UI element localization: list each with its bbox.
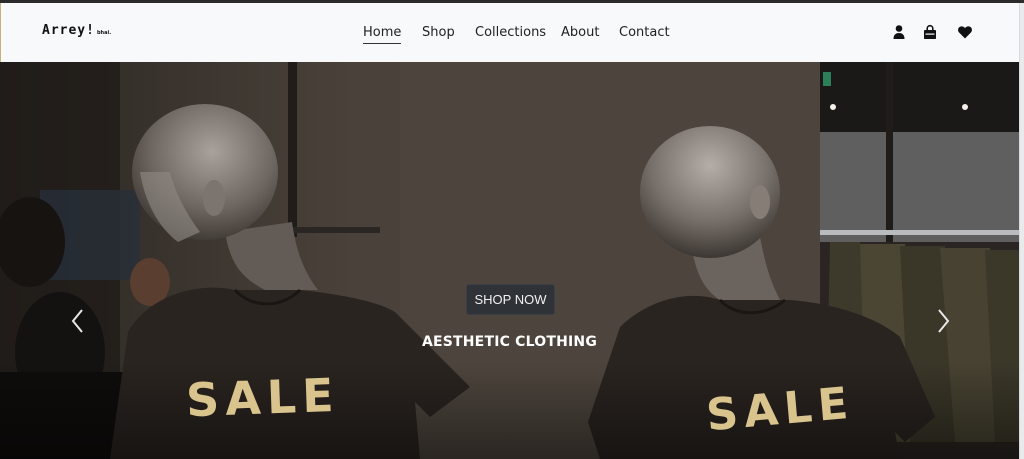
shopping-bag-icon[interactable]	[922, 24, 938, 40]
hero-carousel: SALE SALE SHOP NOW AESTHETIC CLOTHING	[0, 62, 1019, 459]
navbar: Arrey! bhai. Home Shop Collections About…	[0, 3, 1019, 62]
chevron-left-icon[interactable]	[66, 304, 90, 338]
chevron-right-icon[interactable]	[931, 304, 955, 338]
heart-icon[interactable]	[957, 24, 973, 40]
hero-image: SALE SALE	[0, 62, 1019, 459]
shop-now-button[interactable]: SHOP NOW	[466, 284, 555, 315]
shirt-text-left: SALE	[185, 368, 340, 427]
hero-caption: AESTHETIC CLOTHING	[421, 334, 598, 350]
nav-icons	[1, 24, 1020, 42]
user-icon[interactable]	[891, 24, 907, 40]
scrollbar[interactable]	[1019, 3, 1024, 459]
